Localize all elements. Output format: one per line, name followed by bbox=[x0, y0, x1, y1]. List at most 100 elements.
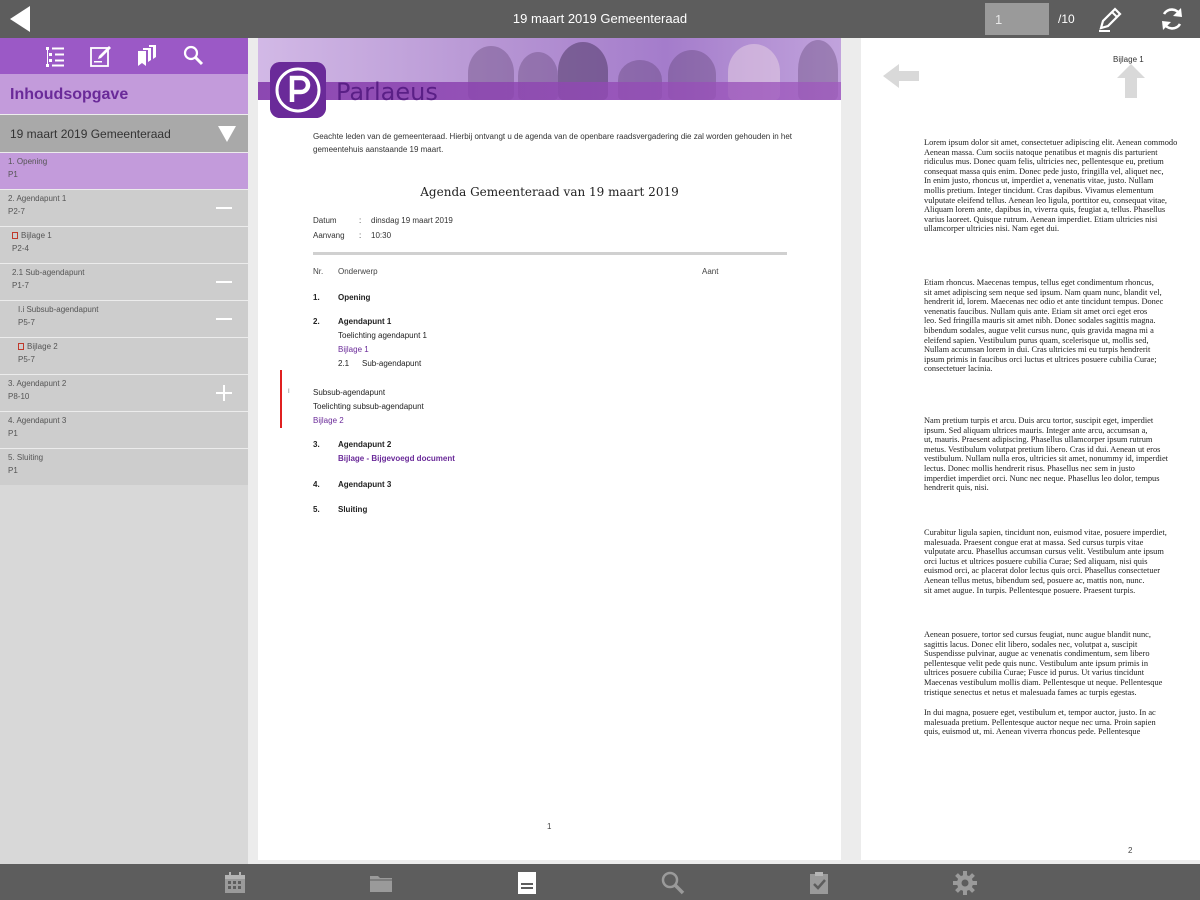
toc-item-label: 5. Sluiting bbox=[8, 453, 44, 462]
toc-item-sluiting[interactable]: 5. Sluiting P1 bbox=[0, 448, 248, 485]
toc-item-pages: P2-7 bbox=[8, 207, 25, 216]
attachment-link-document[interactable]: Bijlage - Bijgevoegd document bbox=[338, 454, 455, 463]
toc-item-pages: P1 bbox=[8, 170, 18, 179]
page-number-input[interactable] bbox=[985, 3, 1049, 35]
document-page-1: Parlaeus Geachte leden van de gemeentera… bbox=[258, 38, 841, 860]
toc-item-pages: P1 bbox=[8, 429, 18, 438]
toc-item-pages: P8-10 bbox=[8, 392, 30, 401]
toc-item-pages: P1 bbox=[8, 466, 18, 475]
body-text-line: ridiculus mus. Donec quam felis, ultrici… bbox=[924, 157, 1164, 167]
attachment-icon bbox=[12, 232, 18, 239]
pencil-icon[interactable] bbox=[1096, 5, 1124, 33]
folder-icon[interactable] bbox=[368, 870, 394, 896]
attachment-link-bijlage-2[interactable]: Bijlage 2 bbox=[313, 416, 344, 425]
page-number: 2 bbox=[1128, 846, 1133, 855]
agenda-nr: 4. bbox=[313, 480, 320, 489]
sync-icon[interactable] bbox=[1158, 5, 1186, 33]
toc-item-subsub-agendapunt[interactable]: I.i Subsub-agendapunt P5-7 bbox=[0, 300, 248, 337]
previous-page-arrow-icon[interactable] bbox=[881, 58, 921, 94]
body-text-line: ipsum primis in faucibus orci luctus et … bbox=[924, 354, 1157, 364]
collapse-minus-icon[interactable] bbox=[214, 272, 234, 292]
intro-text: Geachte leden van de gemeenteraad. Hierb… bbox=[313, 132, 793, 154]
toc-item-agendapunt-1[interactable]: 2. Agendapunt 1 P2-7 bbox=[0, 189, 248, 226]
body-text-line: metus. Vestibulum volutpat pretium liber… bbox=[924, 444, 1161, 454]
body-text-line: In enim justo, rhoncus ut, imperdiet a, … bbox=[924, 176, 1154, 186]
body-text-line: Nam pretium turpis et arcu. Duis arcu to… bbox=[924, 416, 1154, 425]
toc-item-opening[interactable]: 1. Opening P1 bbox=[0, 152, 248, 189]
toc-item-pages: P5-7 bbox=[18, 355, 35, 364]
toc-item-label: Bijlage 2 bbox=[27, 342, 58, 351]
toc-item-agendapunt-2[interactable]: 3. Agendapunt 2 P8-10 bbox=[0, 374, 248, 411]
toc-item-sub-agendapunt[interactable]: 2.1 Sub-agendapunt P1-7 bbox=[0, 263, 248, 300]
body-text-line: ut, mauris. Praesent adipiscing. Phasell… bbox=[924, 435, 1153, 445]
body-text-line: bibendum sodales, augue velit cursus nun… bbox=[924, 326, 1154, 335]
column-nr: Nr. bbox=[313, 267, 324, 276]
bookmarks-icon[interactable] bbox=[135, 44, 159, 68]
body-text-line: sit amet adipiscing sem neque sed ipsum.… bbox=[924, 287, 1162, 297]
meeting-selector-label: 19 maart 2019 Gemeenteraad bbox=[10, 127, 171, 141]
body-text-line: sagittis lacus. Donec elit libero, sodal… bbox=[924, 639, 1138, 649]
toc-item-pages: P2-4 bbox=[12, 244, 29, 253]
collapse-minus-icon[interactable] bbox=[214, 309, 234, 329]
body-text-line: sit amet augue. In turpis. Pellentesque … bbox=[924, 585, 1136, 595]
calendar-icon[interactable] bbox=[222, 870, 248, 896]
body-text-line: Curabitur ligula sapien, tincidunt non, … bbox=[924, 528, 1167, 537]
agenda-heading: Agenda Gemeenteraad van 19 maart 2019 bbox=[420, 185, 679, 199]
bottom-toolbar bbox=[0, 864, 1200, 900]
search-icon[interactable] bbox=[660, 870, 686, 896]
body-text-line: Aenean posuere, tortor sed cursus feugia… bbox=[924, 630, 1151, 639]
page-total: /10 bbox=[1058, 12, 1075, 26]
document-icon[interactable] bbox=[514, 870, 540, 896]
agenda-item-3: Agendapunt 3 bbox=[338, 480, 392, 489]
search-icon[interactable] bbox=[181, 44, 205, 68]
agenda-item-2: Agendapunt 2 bbox=[338, 440, 392, 449]
meeting-selector[interactable]: 19 maart 2019 Gemeenteraad bbox=[0, 114, 248, 152]
attachment-link-bijlage-1[interactable]: Bijlage 1 bbox=[338, 345, 369, 354]
clipboard-check-icon[interactable] bbox=[806, 870, 832, 896]
body-text-line: quis, euismod ut, mi. Aenean viverra rho… bbox=[924, 727, 1141, 737]
agenda-item-opening: Opening bbox=[338, 293, 371, 302]
notes-icon[interactable] bbox=[89, 44, 113, 68]
parlaeus-logo bbox=[270, 62, 326, 118]
agenda-item-sluiting: Sluiting bbox=[338, 505, 368, 514]
toc-item-agendapunt-3[interactable]: 4. Agendapunt 3 P1 bbox=[0, 411, 248, 448]
expand-plus-icon[interactable] bbox=[214, 383, 234, 403]
body-text-line: Aliquam lorem ante, dapibus in, viverra … bbox=[924, 205, 1166, 215]
up-arrow-icon[interactable] bbox=[1111, 62, 1151, 98]
toc-item-bijlage-2[interactable]: Bijlage 2 P5-7 bbox=[0, 337, 248, 374]
body-text-line: euismod orci, ac placerat dolor lectus q… bbox=[924, 566, 1161, 576]
toc-item-label: 2.1 Sub-agendapunt bbox=[12, 268, 85, 277]
body-text-line: venenatis faucibus. Nullam quis ante. Et… bbox=[924, 306, 1148, 316]
column-onderwerp: Onderwerp bbox=[338, 267, 378, 276]
agenda-nr: 2. bbox=[313, 317, 320, 326]
body-text-line: vestibulum. Nullam nulla eros, ultricies… bbox=[924, 454, 1168, 464]
settings-icon[interactable] bbox=[952, 870, 978, 896]
body-text-line: malesuada pretium. Pellentesque auctor n… bbox=[924, 717, 1156, 727]
agenda-nr: 1. bbox=[313, 293, 320, 302]
body-text-line: Lorem ipsum dolor sit amet, consectetuer… bbox=[924, 138, 1178, 147]
toc-item-bijlage-1[interactable]: Bijlage 1 P2-4 bbox=[0, 226, 248, 263]
attachment-label: Bijlage 1 bbox=[1113, 55, 1144, 64]
body-text-line: vulputate eleifend tellus. Aenean leo li… bbox=[924, 195, 1168, 205]
agenda-item-1: Agendapunt 1 bbox=[338, 317, 392, 326]
collapse-minus-icon[interactable] bbox=[214, 198, 234, 218]
meta-aanvang: Aanvang:10:30 bbox=[313, 231, 392, 240]
toc-item-label: 2. Agendapunt 1 bbox=[8, 194, 67, 203]
document-page-2: Bijlage 1 Lorem ipsum dolor sit amet, co… bbox=[861, 38, 1200, 860]
toc-item-pages: P5-7 bbox=[18, 318, 35, 327]
body-text-line: hendrerit quis, nisi. bbox=[924, 483, 989, 493]
body-text-line: Nullam accumsan lorem in dui. Cras ultri… bbox=[924, 345, 1151, 355]
body-text-line: eleifend sapien. Vestibulum purus quam, … bbox=[924, 335, 1149, 345]
body-text-line: ipsum. Sed aliquam ultrices mauris. Inte… bbox=[924, 425, 1148, 435]
toc-list-icon[interactable] bbox=[43, 44, 67, 68]
body-text-line: Aenean massa. Cum sociis natoque penatib… bbox=[924, 147, 1158, 157]
toc-item-label: 3. Agendapunt 2 bbox=[8, 379, 67, 388]
toc-item-label: 1. Opening bbox=[8, 157, 48, 166]
agenda-nr: 5. bbox=[313, 505, 320, 514]
top-bar: 19 maart 2019 Gemeenteraad /10 bbox=[0, 0, 1200, 38]
brand-name: Parlaeus bbox=[336, 78, 438, 106]
agenda-note: Toelichting subsub-agendapunt bbox=[313, 402, 424, 411]
body-text-line: In dui magna, posuere eget, vestibulum e… bbox=[924, 708, 1156, 717]
toc-title: Inhoudsopgave bbox=[0, 74, 248, 114]
body-text-line: ultrices posuere cubilia Curae; Fusce id… bbox=[924, 668, 1145, 678]
